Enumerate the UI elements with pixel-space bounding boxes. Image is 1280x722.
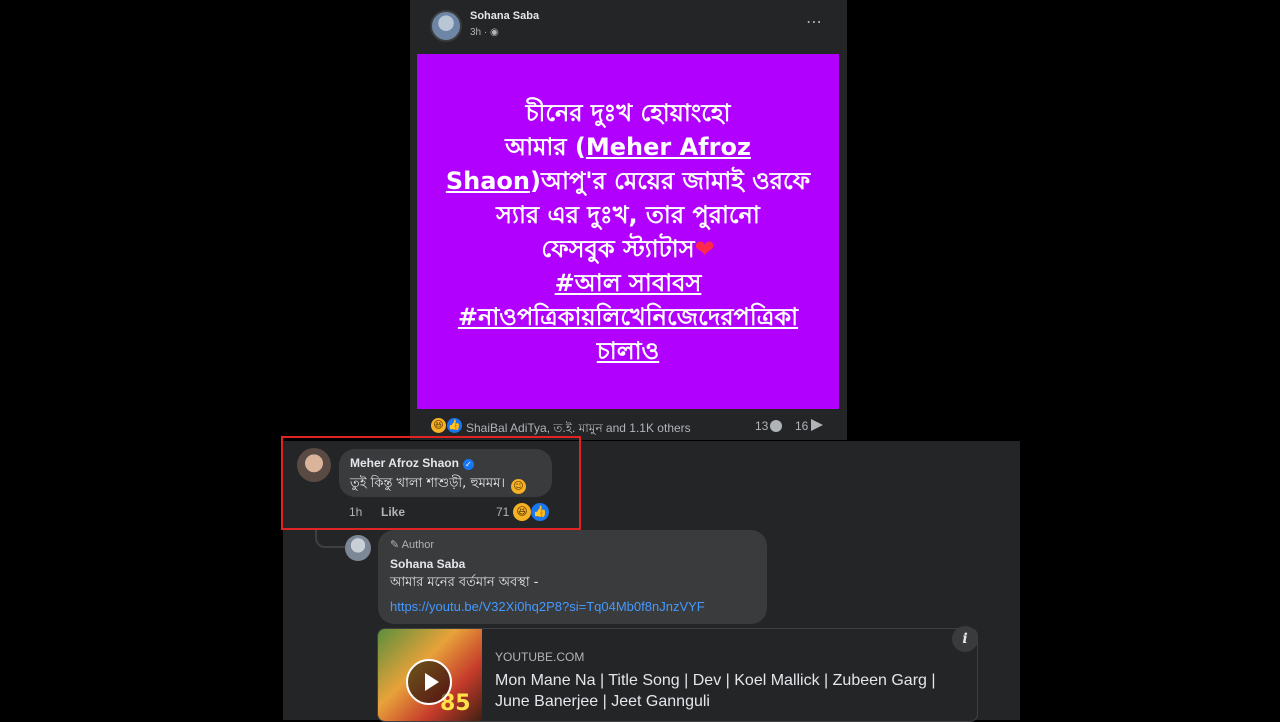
mention-link: Meher Afroz [585,133,751,161]
hashtag: #নাওপত্রিকায়লিখেনিজেদেরপত্রিকা [457,303,799,331]
highlight-annotation-box [281,436,581,530]
share-count-value: 16 [795,419,809,433]
link-preview-card[interactable]: 85 YOUTUBE.COM Mon Mane Na | Title Song … [377,628,978,722]
info-icon[interactable]: i [952,626,978,652]
comment-count[interactable]: 13 [755,419,783,433]
share-icon [811,419,824,431]
hashtag: #আল সাবাবস [554,269,702,297]
image-text-line: ফেসবুক স্ট্যাটাস❤ [417,232,839,266]
author-avatar[interactable] [430,10,462,42]
play-icon [425,673,439,691]
reply-author-name[interactable]: Sohana Saba [390,557,465,571]
image-text-line: Shaon)আপু'র মেয়ের জামাই ওরফে [417,164,839,198]
comment-count-value: 13 [755,419,769,433]
haha-reaction-icon[interactable]: 😆 [431,418,446,433]
youtube-link[interactable]: https://youtu.be/V32Xi0hq2P8?si=Tq04Mb0f… [390,599,705,614]
image-text-fragment: ফেসবুক স্ট্যাটাস [541,235,695,263]
like-reaction-icon[interactable]: 👍 [447,418,462,433]
image-text-line: স্যার এর দুঃখ, তার পুরানো [496,201,760,229]
reply-text: আমার মনের বর্তমান অবস্থা - [390,575,539,590]
post-card: Sohana Saba 3h · ◉ ⋯ চীনের দুঃখ হোয়াংহো… [410,0,847,440]
more-options-icon[interactable]: ⋯ [802,12,826,32]
image-text-line: চীনের দুঃখ হোয়াংহো [525,99,731,127]
video-thumbnail[interactable]: 85 [378,629,482,721]
link-domain: YOUTUBE.COM [495,650,585,664]
image-text-fragment: আমার ( [505,133,586,161]
post-author-name[interactable]: Sohana Saba [470,10,539,22]
hashtag-continuation: চালাও [596,337,660,365]
post-timestamp[interactable]: 3h · ◉ [470,27,499,38]
play-button[interactable] [406,659,452,705]
reply-author-avatar[interactable] [345,535,371,561]
mention-link: Shaon [445,167,530,195]
image-text-fragment: )আপু'র মেয়ের জামাই ওরফে [529,167,811,195]
share-count[interactable]: 16 [795,419,824,433]
reply-bubble: ✎ Author Sohana Saba আমার মনের বর্তমান অ… [378,530,767,624]
reply-thread-line [315,530,347,548]
image-text-line: আমার (Meher Afroz [417,130,839,164]
comment-icon [770,420,783,432]
post-image[interactable]: চীনের দুঃখ হোয়াংহো আমার (Meher Afroz Sh… [417,54,839,409]
post-time-text: 3h · [470,27,488,38]
author-badge: ✎ Author [390,539,435,551]
link-title[interactable]: Mon Mane Na | Title Song | Dev | Koel Ma… [495,670,965,712]
post-image-text: চীনের দুঃখ হোয়াংহো আমার (Meher Afroz Sh… [417,96,839,368]
globe-icon: ◉ [490,27,499,38]
heart-icon: ❤ [694,235,715,263]
